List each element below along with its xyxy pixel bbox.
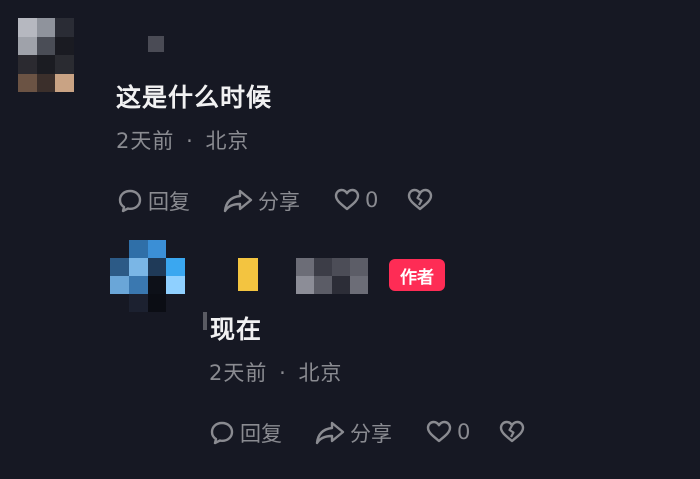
reply-label: 回复 (240, 422, 282, 446)
reply-dislike-button[interactable] (498, 418, 526, 446)
heart-icon (425, 418, 453, 446)
share-button[interactable]: 分享 (222, 186, 300, 216)
reply-time: 2天前 (209, 361, 268, 385)
comment-meta: 2天前 · 北京 (116, 125, 249, 155)
reply-meta: 2天前 · 北京 (209, 357, 342, 387)
reply-button[interactable]: 回复 (116, 186, 190, 216)
share-arrow-icon (222, 187, 254, 215)
like-count: 0 (457, 420, 471, 444)
commenter-avatar[interactable] (18, 18, 74, 92)
meta-separator: · (186, 129, 194, 153)
reply-label: 回复 (148, 190, 190, 214)
share-label: 分享 (258, 190, 300, 214)
share-arrow-icon (314, 419, 346, 447)
comment-bubble-icon (116, 187, 144, 215)
reply-share-button[interactable]: 分享 (314, 418, 392, 448)
reply-indicator (203, 312, 207, 330)
like-button[interactable]: 0 (333, 186, 378, 214)
dislike-button[interactable] (406, 186, 434, 214)
comment-time: 2天前 (116, 129, 175, 153)
author-badge: 作者 (389, 259, 445, 291)
comment-text: 这是什么时候 (116, 83, 273, 112)
commenter-name[interactable] (148, 36, 164, 52)
author-avatar[interactable] (110, 240, 185, 312)
broken-heart-icon (498, 418, 526, 446)
reply-reply-button[interactable]: 回复 (208, 418, 282, 448)
reply-text: 现在 (210, 315, 263, 344)
reply-location: 北京 (298, 361, 343, 385)
meta-separator: · (279, 361, 287, 385)
author-name[interactable] (296, 258, 368, 294)
heart-icon (333, 186, 361, 214)
reply-like-button[interactable]: 0 (425, 418, 470, 446)
comment-location: 北京 (205, 129, 250, 153)
author-name-part[interactable] (238, 258, 258, 291)
share-label: 分享 (350, 422, 392, 446)
like-count: 0 (365, 188, 379, 212)
comment-bubble-icon (208, 419, 236, 447)
broken-heart-icon (406, 186, 434, 214)
